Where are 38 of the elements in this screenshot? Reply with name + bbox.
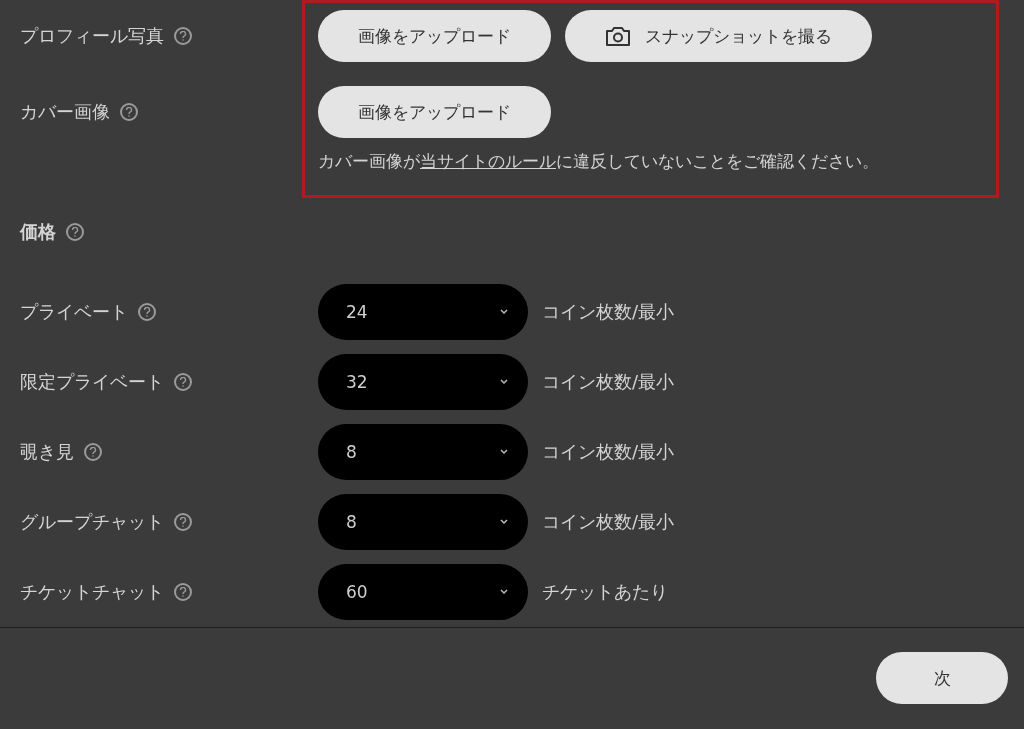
next-button[interactable]: 次 bbox=[876, 652, 1008, 705]
camera-icon bbox=[605, 25, 631, 47]
price-select[interactable]: 24 bbox=[318, 283, 528, 340]
snapshot-button[interactable]: スナップショットを撮る bbox=[565, 10, 872, 62]
unit-label: コイン枚数/最小 bbox=[542, 299, 675, 324]
chevron-icon bbox=[500, 378, 508, 385]
help-icon[interactable] bbox=[84, 442, 102, 461]
section-heading: 価格 bbox=[20, 219, 56, 244]
upload-button[interactable]: 画像をアップロード bbox=[318, 86, 551, 138]
upload-button[interactable]: 画像をアップロード bbox=[318, 10, 551, 62]
help-icon[interactable] bbox=[120, 103, 138, 121]
price-select[interactable]: 8 bbox=[318, 423, 528, 480]
chevron-icon bbox=[500, 448, 508, 455]
help-icon[interactable] bbox=[174, 372, 192, 391]
help-icon[interactable] bbox=[138, 302, 156, 321]
price-select[interactable]: 8 bbox=[318, 493, 528, 550]
field-label: グループチャット bbox=[20, 509, 164, 534]
field-label: 覗き見 bbox=[20, 439, 74, 464]
price-select[interactable]: 32 bbox=[318, 353, 528, 410]
field-label: 限定プライベート bbox=[20, 369, 164, 394]
unit-label: コイン枚数/最小 bbox=[542, 509, 675, 534]
help-icon[interactable] bbox=[174, 512, 192, 531]
unit-label: チケットあたり bbox=[542, 579, 668, 604]
unit-label: コイン枚数/最小 bbox=[542, 439, 675, 464]
rules-link[interactable]: 当サイトのルール bbox=[420, 151, 556, 171]
price-select[interactable]: 60 bbox=[318, 563, 528, 620]
help-icon[interactable] bbox=[174, 582, 192, 601]
help-icon[interactable] bbox=[66, 222, 84, 241]
field-label: プライベート bbox=[20, 299, 128, 324]
help-icon[interactable] bbox=[174, 27, 192, 45]
chevron-icon bbox=[500, 588, 508, 595]
chevron-icon bbox=[500, 518, 508, 525]
chevron-icon bbox=[500, 308, 508, 315]
field-label: カバー画像 bbox=[20, 100, 110, 124]
cover-note: カバー画像が当サイトのルールに違反していないことをご確認ください。 bbox=[318, 150, 880, 173]
unit-label: コイン枚数/最小 bbox=[542, 369, 675, 394]
field-label: プロフィール写真 bbox=[20, 24, 164, 48]
field-label: チケットチャット bbox=[20, 579, 164, 604]
